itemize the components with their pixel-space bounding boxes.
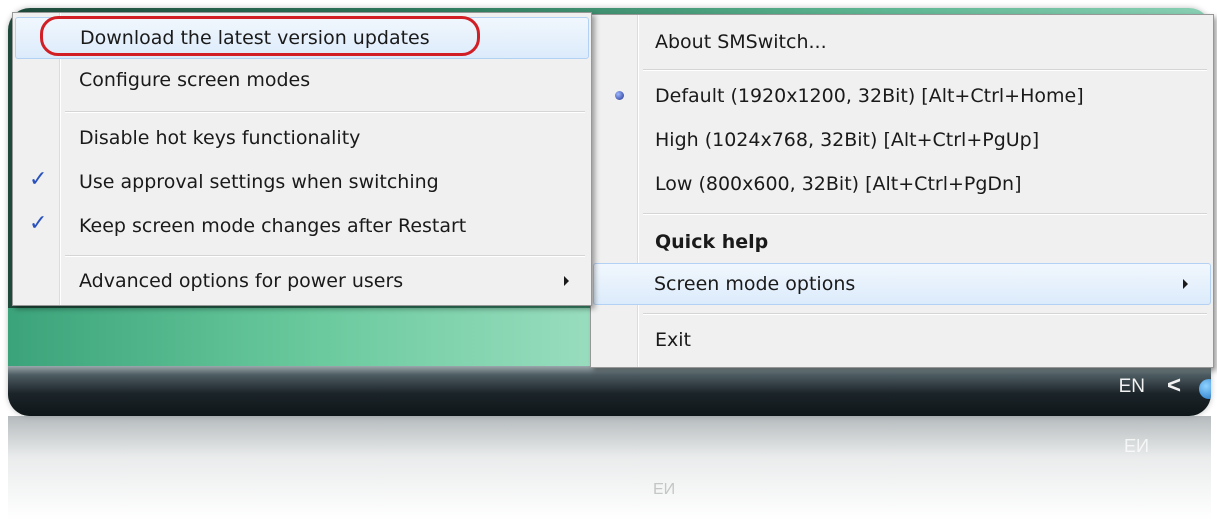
radio-selected-icon xyxy=(615,91,624,100)
main-context-menu: About SMSwitch... Default (1920x1200, 32… xyxy=(590,14,1214,368)
reflection-language-text: EN xyxy=(1123,435,1149,455)
submenu-arrow-icon xyxy=(564,276,569,286)
menu-item-label: Configure screen modes xyxy=(79,69,311,91)
menu-item-advanced-options[interactable]: Advanced options for power users xyxy=(15,261,589,301)
menu-item-configure-screen-modes[interactable]: Configure screen modes xyxy=(15,59,589,101)
menu-item-label: Exit xyxy=(655,329,691,351)
menu-item-high-mode[interactable]: High (1024x768, 32Bit) [Alt+Ctrl+PgUp] xyxy=(593,119,1211,161)
menu-item-use-approval-settings[interactable]: ✓ Use approval settings when switching xyxy=(15,161,589,203)
menu-item-exit[interactable]: Exit xyxy=(593,319,1211,361)
menu-item-default-mode[interactable]: Default (1920x1200, 32Bit) [Alt+Ctrl+Hom… xyxy=(593,75,1211,117)
menu-item-label: Advanced options for power users xyxy=(79,270,404,292)
menu-item-disable-hot-keys[interactable]: Disable hot keys functionality xyxy=(15,117,589,159)
submenu-arrow-icon xyxy=(1183,279,1188,289)
taskbar: EN < xyxy=(8,366,1211,416)
menu-item-low-mode[interactable]: Low (800x600, 32Bit) [Alt+Ctrl+PgDn] xyxy=(593,163,1211,205)
menu-item-label: High (1024x768, 32Bit) [Alt+Ctrl+PgUp] xyxy=(655,129,1040,151)
menu-item-label: Keep screen mode changes after Restart xyxy=(79,215,467,237)
taskbar-reflection: EN EN xyxy=(8,416,1211,520)
menu-item-label: Use approval settings when switching xyxy=(79,171,439,193)
checkmark-icon: ✓ xyxy=(29,211,48,236)
desktop-wallpaper xyxy=(8,308,608,366)
screen-mode-options-submenu: Download the latest version updates Conf… xyxy=(12,12,592,306)
checkmark-icon: ✓ xyxy=(29,167,48,192)
menu-item-label: Default (1920x1200, 32Bit) [Alt+Ctrl+Hom… xyxy=(655,85,1084,107)
menu-item-label: Low (800x600, 32Bit) [Alt+Ctrl+PgDn] xyxy=(655,173,1022,195)
menu-item-label: Disable hot keys functionality xyxy=(79,127,361,149)
menu-item-label: About SMSwitch... xyxy=(655,31,827,53)
menu-item-keep-screen-mode-changes[interactable]: ✓ Keep screen mode changes after Restart xyxy=(15,205,589,247)
tray-app-icon[interactable] xyxy=(1199,379,1211,399)
show-hidden-icons-chevron-icon[interactable]: < xyxy=(1167,372,1181,400)
reflection-language-text-2: EN xyxy=(653,479,676,496)
menu-item-label: Quick help xyxy=(655,231,769,253)
menu-item-about[interactable]: About SMSwitch... xyxy=(593,21,1211,63)
menu-item-quick-help[interactable]: Quick help xyxy=(593,219,1211,261)
menu-item-label: Screen mode options xyxy=(654,273,856,295)
menu-item-screen-mode-options[interactable]: Screen mode options xyxy=(593,263,1211,305)
language-indicator[interactable]: EN xyxy=(1119,376,1145,398)
highlight-annotation xyxy=(40,16,480,56)
